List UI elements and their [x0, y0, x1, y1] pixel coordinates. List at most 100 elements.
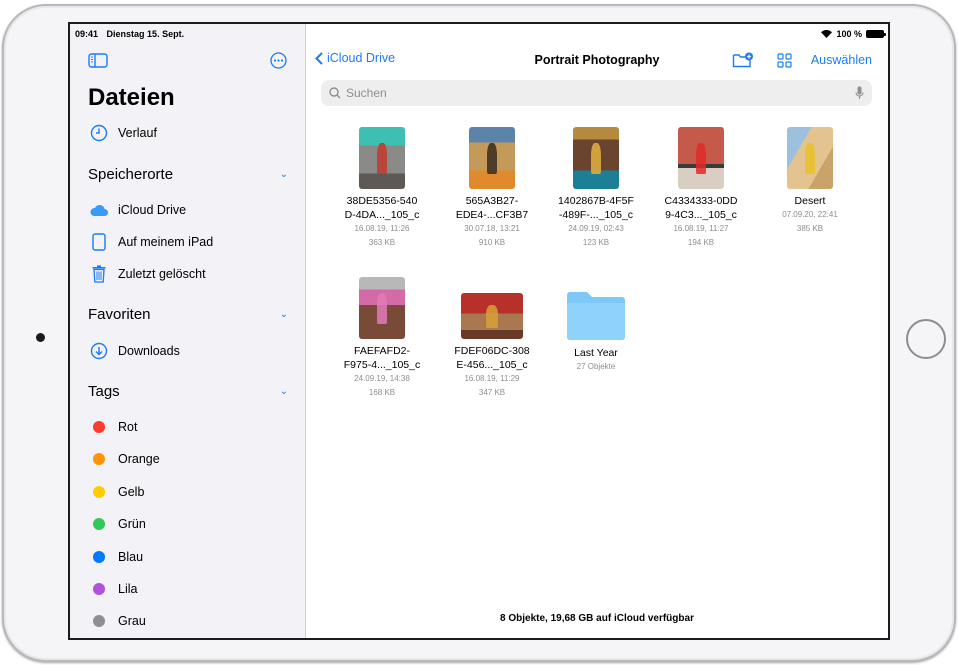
file-name-line1: C4334333-0DD	[664, 195, 738, 207]
file-name-line1: FDEF06DC-308	[454, 345, 530, 357]
sidebar-item-label: Lila	[118, 582, 138, 596]
sidebar: 09:41 Dienstag 15. Sept. Dateien Verlauf…	[70, 24, 306, 638]
new-folder-button[interactable]	[732, 52, 754, 73]
file-item[interactable]: FDEF06DC-308 E-456..._105_c 16.08.19, 11:2…	[442, 277, 542, 400]
section-title: Favoriten	[88, 306, 151, 323]
tag-color-dot-icon	[88, 610, 110, 632]
search-bar[interactable]	[321, 80, 872, 106]
tag-color-dot-icon	[88, 513, 110, 535]
microphone-icon[interactable]	[855, 86, 864, 100]
sidebar-item-label: Orange	[118, 452, 160, 467]
front-camera	[36, 333, 45, 342]
file-size: 347 KB	[478, 388, 506, 397]
trash-icon	[88, 263, 110, 285]
toggle-sidebar-button[interactable]	[88, 53, 108, 73]
folder-item[interactable]: Last Year 27 Objekte	[546, 277, 646, 374]
search-input[interactable]	[346, 86, 855, 100]
file-size: 123 KB	[582, 238, 610, 247]
home-button[interactable]	[906, 319, 946, 359]
folder-badge-plus-icon	[732, 52, 753, 68]
sidebar-icon	[88, 53, 108, 68]
sidebar-item-label: Rot	[118, 420, 138, 434]
sidebar-item-label: Grau	[118, 614, 146, 629]
file-name: C4334333-0DD 9-4C3..._105_c	[651, 194, 751, 222]
file-name-line2: -489F-..._105_c	[558, 209, 634, 221]
file-item[interactable]: Desert 07.09.20, 22:41 385 KB	[760, 127, 860, 236]
sidebar-item-downloads[interactable]: Downloads	[88, 340, 180, 362]
file-name-line2: E-456..._105_c	[456, 359, 528, 371]
sidebar-item-icloud-drive[interactable]: iCloud Drive	[88, 199, 186, 221]
ellipsis-circle-icon	[270, 52, 287, 69]
chevron-down-icon: ⌄	[279, 386, 288, 397]
file-size: 194 KB	[687, 238, 715, 247]
file-item[interactable]: 38DE5356-540 D-4DA..._105_c 16.08.19, 11:2…	[332, 127, 432, 250]
sidebar-item-label: Verlauf	[118, 126, 157, 140]
file-item[interactable]: C4334333-0DD 9-4C3..._105_c 16.08.19, 11:2…	[651, 127, 751, 250]
chevron-down-icon: ⌄	[279, 169, 288, 180]
tag-color-dot-icon	[88, 416, 110, 438]
file-size: 385 KB	[796, 224, 824, 233]
status-bar-left: 09:41 Dienstag 15. Sept.	[75, 29, 190, 39]
file-date: 07.09.20, 22:41	[782, 210, 838, 219]
sidebar-item-tag-orange[interactable]: Orange	[88, 448, 160, 470]
photo-thumbnail	[573, 127, 619, 189]
tag-color-dot-icon	[88, 481, 110, 503]
sidebar-item-label: iCloud Drive	[118, 203, 187, 217]
sidebar-item-label: Auf meinem iPad	[118, 235, 214, 249]
file-name-line1: Desert	[794, 195, 826, 207]
sidebar-item-on-my-ipad[interactable]: Auf meinem iPad	[88, 231, 213, 253]
chevron-left-icon	[315, 51, 323, 65]
tag-color-dot-icon	[88, 546, 110, 568]
file-name-line1: FAEFAFD2-	[353, 345, 410, 357]
status-date: Dienstag 15. Sept.	[106, 29, 185, 39]
section-tags-header[interactable]: Tags ⌄	[88, 383, 288, 400]
file-date: 24.09.19, 02:43	[568, 224, 624, 233]
file-name-line2: EDE4-...CF3B7	[455, 209, 529, 221]
file-size: 910 KB	[478, 238, 506, 247]
sidebar-item-label: Zuletzt gelöscht	[118, 267, 206, 281]
sidebar-item-tag-blau[interactable]: Blau	[88, 546, 143, 568]
sidebar-item-tag-gelb[interactable]: Gelb	[88, 481, 144, 503]
file-date: 30.07.18, 13:21	[464, 224, 520, 233]
sidebar-item-tag-lila[interactable]: Lila	[88, 578, 137, 600]
file-item[interactable]: FAEFAFD2- F975-4..._105_c 24.09.19, 14:38 1…	[332, 277, 432, 400]
photo-thumbnail	[359, 127, 405, 189]
sidebar-item-tag-grün[interactable]: Grün	[88, 513, 146, 535]
file-date: 24.09.19, 14:38	[354, 374, 410, 383]
sidebar-item-label: Gelb	[118, 484, 145, 499]
section-title: Tags	[88, 383, 120, 400]
tag-color-dot-icon	[88, 578, 110, 600]
file-size: 168 KB	[368, 388, 396, 397]
storage-summary: 8 Objekte, 19,68 GB auf iCloud verfügbar	[500, 613, 694, 624]
section-favorites-header[interactable]: Favoriten ⌄	[88, 306, 288, 323]
file-item[interactable]: 1402867B-4F5F -489F-..._105_c 24.09.19, 02…	[546, 127, 646, 250]
status-time: 09:41	[75, 29, 99, 39]
file-name: Last Year	[546, 346, 646, 360]
section-title: Speicherorte	[88, 166, 174, 183]
main-content: 100 % iCloud Drive Portrait Photography …	[306, 24, 888, 638]
wifi-icon	[821, 30, 833, 38]
photo-thumbnail	[359, 277, 405, 339]
photo-thumbnail	[678, 127, 724, 189]
ipad-icon	[88, 231, 110, 253]
file-name: 1402867B-4F5F -489F-..._105_c	[546, 194, 646, 222]
chevron-down-icon: ⌄	[279, 309, 288, 320]
sidebar-item-recents[interactable]: Verlauf	[88, 122, 157, 144]
download-icon	[88, 340, 110, 362]
file-size: 363 KB	[368, 238, 396, 247]
file-name: FDEF06DC-308 E-456..._105_c	[442, 344, 542, 372]
section-locations-header[interactable]: Speicherorte ⌄	[88, 166, 288, 183]
sidebar-item-recently-deleted[interactable]: Zuletzt gelöscht	[88, 263, 206, 285]
clock-icon	[88, 122, 110, 144]
icloud-icon	[88, 199, 110, 221]
status-bar-right: 100 %	[821, 29, 886, 39]
more-options-button[interactable]	[270, 52, 287, 74]
back-button[interactable]: iCloud Drive	[315, 51, 395, 65]
file-name: 565A3B27- EDE4-...CF3B7	[442, 194, 542, 222]
file-item[interactable]: 565A3B27- EDE4-...CF3B7 30.07.18, 13:21 910…	[442, 127, 542, 250]
view-mode-button[interactable]	[777, 53, 792, 73]
sidebar-item-tag-rot[interactable]: Rot	[88, 416, 137, 438]
sidebar-item-tag-grau[interactable]: Grau	[88, 610, 146, 632]
file-name-line2: F975-4..._105_c	[343, 359, 421, 371]
select-button[interactable]: Auswählen	[811, 53, 872, 67]
